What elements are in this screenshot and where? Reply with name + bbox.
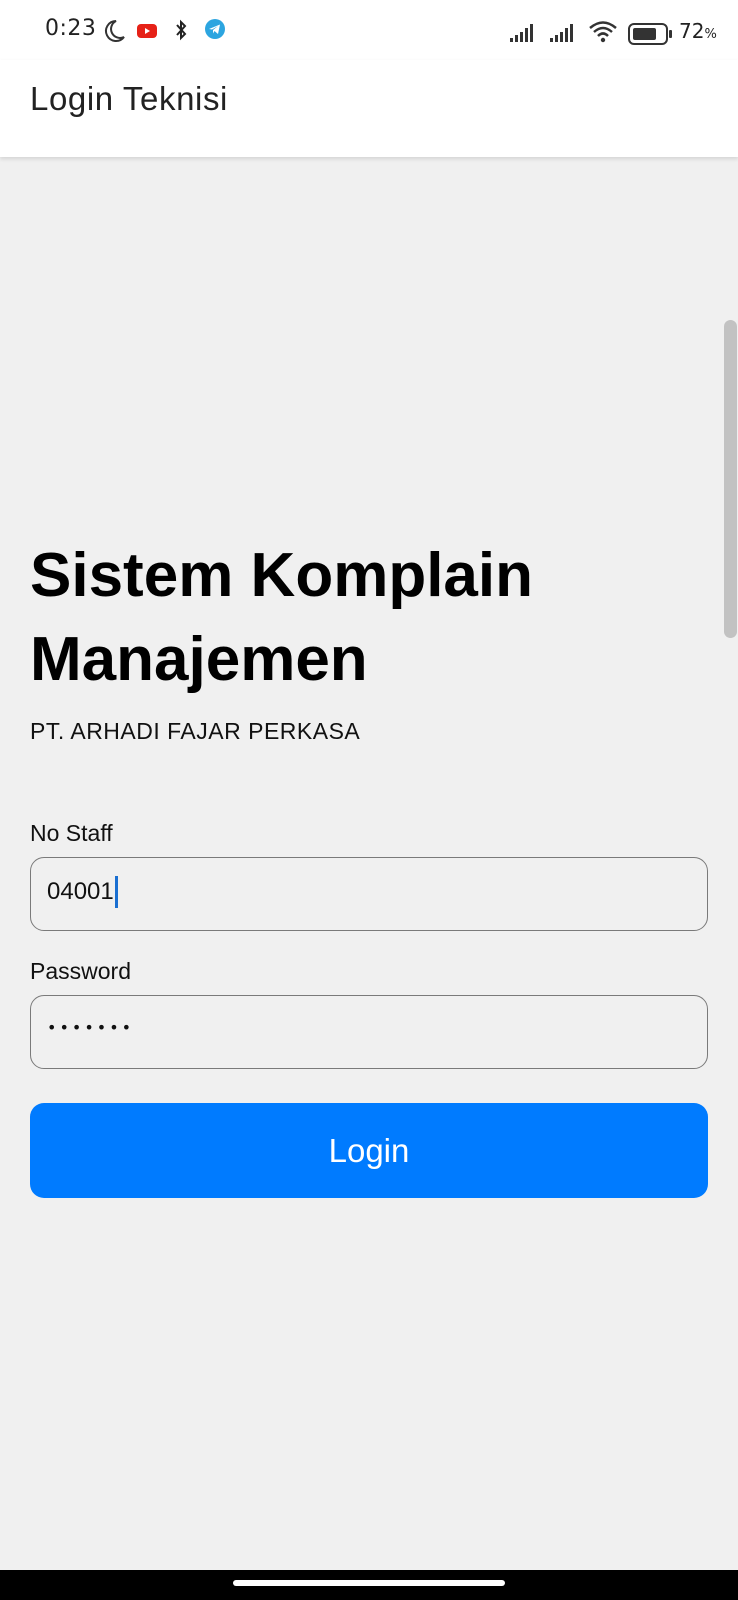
staff-number-input[interactable]: 04001 (30, 857, 708, 931)
signal-icon (510, 24, 533, 42)
app-heading: Sistem Komplain Manajemen (30, 541, 533, 694)
app-bar: Login Teknisi (0, 60, 738, 157)
staff-number-label: No Staff (30, 820, 113, 846)
login-button[interactable]: Login (30, 1103, 708, 1198)
telegram-icon (205, 19, 225, 39)
status-time: 0:23 (45, 16, 97, 41)
scrollbar-thumb[interactable] (724, 320, 737, 638)
youtube-icon (137, 24, 157, 38)
staff-number-text: 04001 (47, 878, 114, 905)
moon-icon (105, 20, 125, 42)
page-title: Login Teknisi (30, 80, 228, 117)
password-input[interactable]: ••••••• (30, 995, 708, 1069)
text-cursor (114, 876, 118, 908)
signal-icon (550, 24, 573, 42)
bluetooth-icon (176, 19, 187, 41)
wifi-icon (589, 21, 617, 43)
password-masked-value: ••••••• (47, 1018, 135, 1037)
status-bar: 0:23 72% (0, 0, 738, 60)
battery-icon (628, 23, 672, 45)
battery-percentage: 72% (679, 19, 717, 43)
password-label: Password (30, 958, 131, 984)
company-name: PT. ARHADI FAJAR PERKASA (30, 718, 361, 744)
home-indicator[interactable] (233, 1580, 505, 1586)
staff-number-value: 04001 (47, 876, 118, 908)
screen: 0:23 72% Login Teknisi Sistem Komplain M… (0, 0, 738, 1600)
system-nav-bar (0, 1570, 738, 1600)
